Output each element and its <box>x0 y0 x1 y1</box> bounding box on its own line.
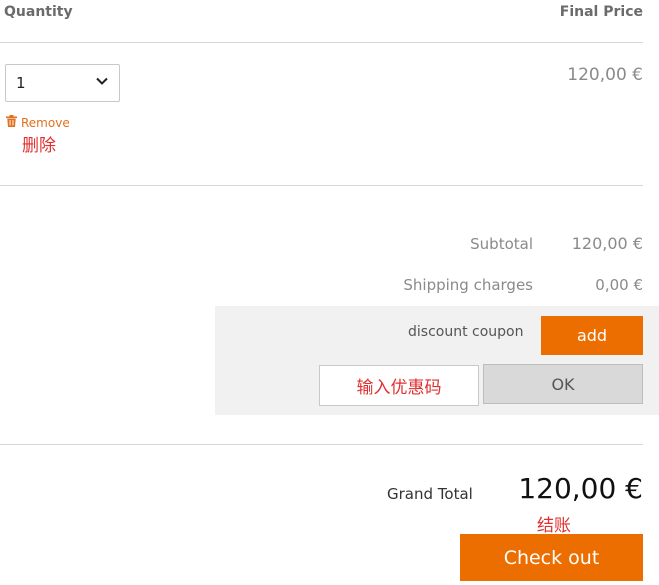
shipping-value: 0,00 € <box>595 276 643 294</box>
coupon-panel: discount coupon add 输入优惠码 OK <box>215 306 659 415</box>
coupon-ok-button[interactable]: OK <box>483 364 643 404</box>
shipping-label: Shipping charges <box>403 276 533 294</box>
final-price-column-header: Final Price <box>559 4 643 20</box>
header-divider <box>0 42 643 43</box>
subtotal-label: Subtotal <box>470 235 533 253</box>
line-item-price: 120,00 € <box>567 65 643 85</box>
summary-divider <box>0 444 643 445</box>
remove-item-link[interactable]: Remove <box>6 115 70 130</box>
chevron-down-icon <box>95 74 109 92</box>
item-divider <box>0 185 643 186</box>
remove-annotation: 删除 <box>22 136 56 156</box>
checkout-button[interactable]: Check out <box>460 534 643 581</box>
quantity-select[interactable]: 1 <box>5 64 120 102</box>
coupon-code-input[interactable]: 输入优惠码 <box>319 365 479 406</box>
grand-total-value: 120,00 € <box>518 472 643 505</box>
quantity-value: 1 <box>16 74 26 92</box>
subtotal-value: 120,00 € <box>571 234 643 253</box>
add-coupon-button[interactable]: add <box>541 316 643 355</box>
grand-total-label: Grand Total <box>387 485 473 503</box>
remove-label: Remove <box>21 115 70 130</box>
coupon-label: discount coupon <box>408 324 524 340</box>
quantity-column-header: Quantity <box>4 4 73 20</box>
checkout-annotation: 结账 <box>537 516 571 536</box>
trash-icon <box>6 115 17 130</box>
